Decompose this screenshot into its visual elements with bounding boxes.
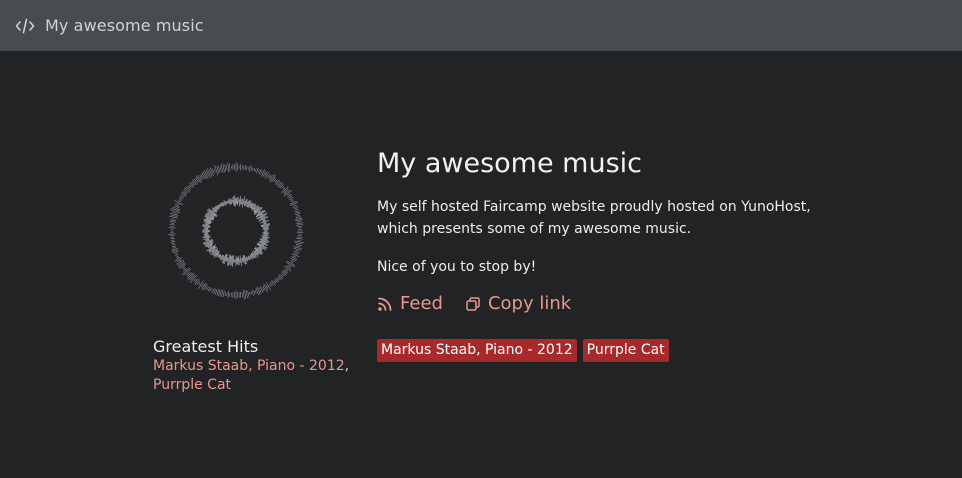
site-title: My awesome music	[45, 16, 204, 35]
site-description: My self hosted Faircamp website proudly …	[377, 199, 811, 237]
feed-label: Feed	[400, 293, 443, 314]
release-artist-link[interactable]: Purrple Cat	[153, 377, 231, 393]
waveform-ring	[168, 162, 305, 300]
feed-link[interactable]: Feed	[377, 293, 443, 314]
copy-icon	[465, 296, 481, 312]
artist-separator: ,	[344, 358, 350, 374]
home-link[interactable]: My awesome music	[15, 16, 204, 36]
copy-link-button[interactable]: Copy link	[465, 293, 571, 314]
release-cover-art	[168, 162, 305, 300]
main-content: My awesome music My self hosted Faircamp…	[377, 146, 837, 362]
release-artist-link[interactable]: Markus Staab, Piano - 2012	[153, 358, 345, 374]
release-artists: Markus Staab, Piano - 2012, Purrple Cat	[153, 357, 368, 395]
code-icon	[15, 16, 35, 36]
release-title[interactable]: Greatest Hits	[153, 337, 368, 357]
copy-link-label: Copy link	[487, 293, 572, 314]
artist-tags: Markus Staab, Piano - 2012 Purrple Cat	[377, 339, 837, 362]
rss-icon	[377, 296, 393, 312]
greeting-text: Nice of you to stop by!	[377, 259, 537, 275]
artist-tag[interactable]: Purrple Cat	[582, 339, 669, 362]
waveform-ring	[202, 195, 271, 267]
top-bar: My awesome music	[0, 0, 962, 51]
artist-tag[interactable]: Markus Staab, Piano - 2012	[377, 339, 577, 362]
page-title: My awesome music	[377, 148, 643, 179]
release-card: Greatest Hits Markus Staab, Piano - 2012…	[153, 337, 368, 395]
actions: Feed Copy link	[377, 293, 837, 314]
